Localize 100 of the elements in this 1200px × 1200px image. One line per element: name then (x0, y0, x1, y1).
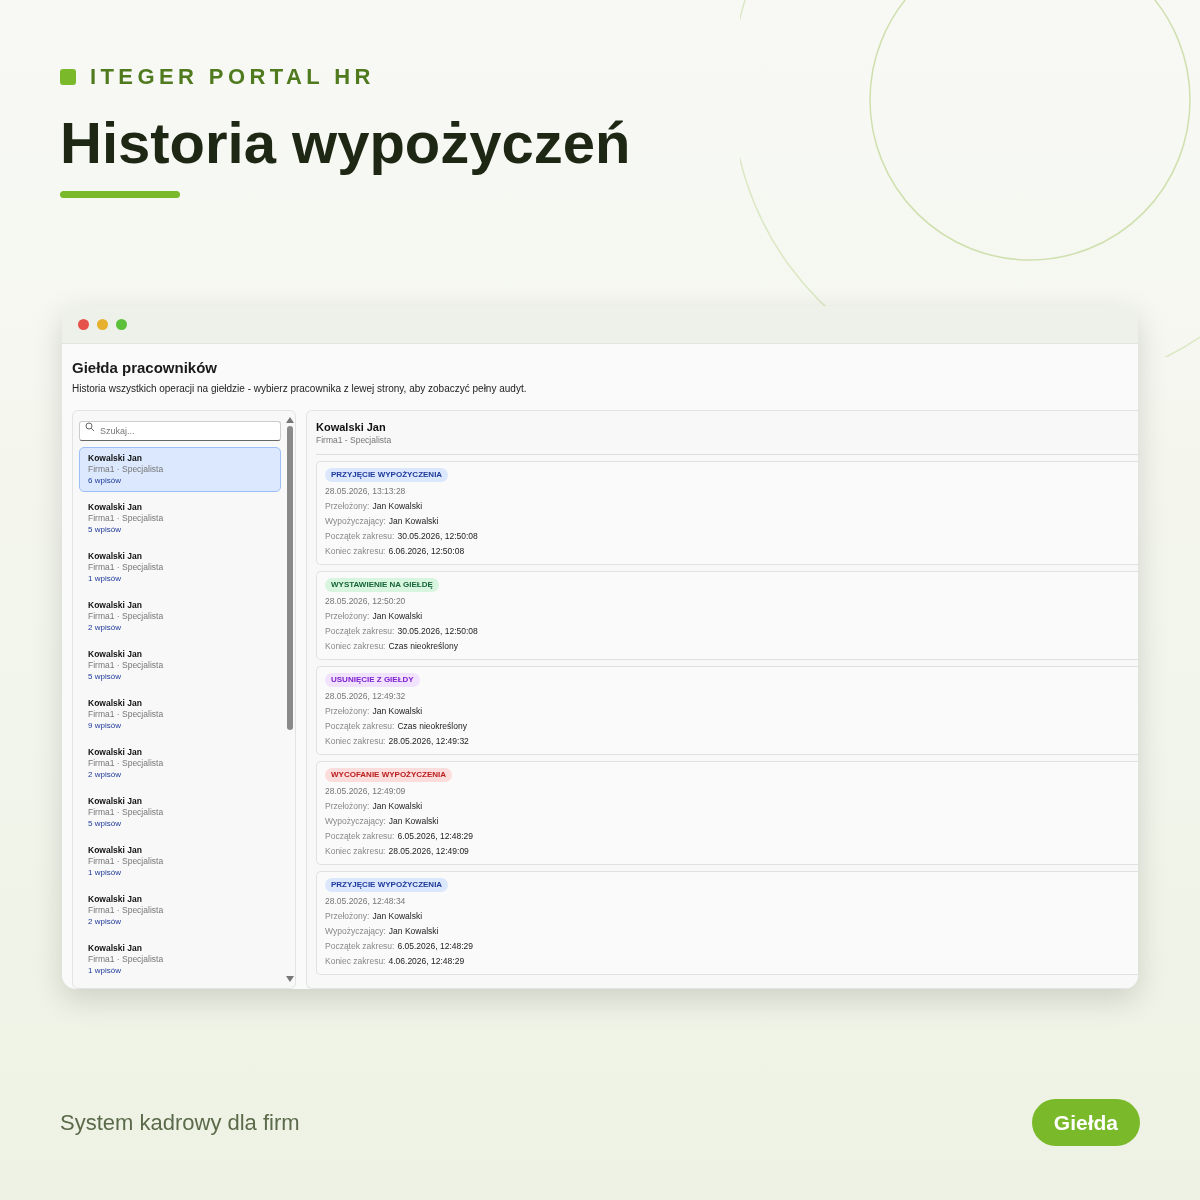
entry-timestamp: 28.05.2026, 13:13:28 (325, 484, 406, 498)
operation-badge: WYCOFANIE WYPOŻYCZENIA (325, 767, 453, 782)
field-value: Czas nieokreślony (388, 639, 458, 653)
field-value: 28.05.2026, 12:49:09 (388, 844, 469, 858)
employee-list-item[interactable]: Kowalski Jan Firma1 · Specjalista 5 wpisów (79, 642, 281, 688)
field-label: Koniec zakresu: (325, 734, 386, 748)
employee-meta: Firma1 · Specjalista (88, 806, 165, 818)
employee-meta: Firma1 · Specjalista (88, 610, 165, 622)
entry-timestamp: 28.05.2026, 12:49:09 (325, 784, 406, 798)
field-value: 4.06.2026, 12:48:29 (388, 954, 465, 968)
detail-name: Kowalski Jan (316, 419, 387, 434)
employee-name: Kowalski Jan (88, 844, 143, 856)
employee-name: Kowalski Jan (88, 942, 143, 954)
field-value: 28.05.2026, 12:49:32 (388, 734, 469, 748)
entry-count: 5 wpisów (88, 670, 122, 682)
entry-count: 5 wpisów (88, 523, 122, 535)
field-label: Koniec zakresu: (325, 954, 386, 968)
field-value: Jan Kowalski (388, 514, 439, 528)
brand-square-icon (60, 69, 76, 85)
entry-count: 1 wpisów (88, 866, 122, 878)
field-label: Początek zakresu: (325, 529, 395, 543)
app-title: Giełda pracowników (72, 357, 219, 378)
employee-list-item[interactable]: Kowalski Jan Firma1 · Specjalista 5 wpisów (79, 495, 281, 541)
employee-name: Kowalski Jan (88, 746, 143, 758)
employee-meta: Firma1 · Specjalista (88, 757, 165, 769)
app-description: Historia wszystkich operacji na giełdzie - wybierz pracownika z lewej strony, aby zobaczyć pełny audyt. (72, 381, 528, 396)
field-value: 6.05.2026, 12:48:29 (397, 939, 474, 953)
employee-name: Kowalski Jan (88, 599, 143, 611)
field-value: Jan Kowalski (388, 924, 439, 938)
entry-count: 1 wpisów (88, 572, 122, 584)
field-label: Początek zakresu: (325, 939, 395, 953)
entry-timestamp: 28.05.2026, 12:49:32 (325, 689, 406, 703)
employee-list-item[interactable]: Kowalski Jan Firma1 · Specjalista 5 wpisów (79, 789, 281, 835)
employee-list-item[interactable]: Kowalski Jan Firma1 · Specjalista 9 wpisów (79, 691, 281, 737)
employee-meta: Firma1 · Specjalista (88, 708, 165, 720)
page-headline: Historia wypożyczeń (60, 110, 631, 177)
employee-name: Kowalski Jan (88, 452, 143, 464)
employee-name: Kowalski Jan (88, 501, 143, 513)
field-label: Wypożyczający: (325, 924, 386, 938)
operation-badge: PRZYJĘCIE WYPOŻYCZENIA (325, 877, 449, 892)
entry-count: 2 wpisów (88, 915, 122, 927)
employee-name: Kowalski Jan (88, 550, 143, 562)
employee-name: Kowalski Jan (88, 893, 143, 905)
field-value: Jan Kowalski (372, 609, 423, 623)
field-value: Jan Kowalski (372, 704, 423, 718)
scroll-down-arrow-icon[interactable] (286, 975, 294, 982)
employee-list-item[interactable]: Kowalski Jan Firma1 · Specjalista 2 wpisów (79, 887, 281, 933)
tagline: System kadrowy dla firm (60, 1109, 300, 1137)
employee-meta: Firma1 · Specjalista (88, 463, 165, 475)
field-label: Przełożony: (325, 704, 370, 718)
operation-badge: WYSTAWIENIE NA GIEŁDĘ (325, 577, 439, 592)
entry-count: 5 wpisów (88, 817, 122, 829)
search-field[interactable]: Szukaj... (79, 420, 281, 441)
employee-list-item[interactable]: Kowalski Jan Firma1 · Specjalista 2 wpisów (79, 593, 281, 639)
entry-count: 6 wpisów (88, 474, 122, 486)
scroll-up-arrow-icon[interactable] (286, 416, 294, 423)
entry-count: 2 wpisów (88, 768, 122, 780)
field-value: Jan Kowalski (372, 799, 423, 813)
brand-name: ITEGER PORTAL HR (90, 66, 375, 88)
employee-list-item[interactable]: Kowalski Jan Firma1 · Specjalista 6 wpisów (79, 446, 281, 492)
field-label: Koniec zakresu: (325, 544, 386, 558)
field-label: Początek zakresu: (325, 719, 395, 733)
field-label: Koniec zakresu: (325, 844, 386, 858)
employee-meta: Firma1 · Specjalista (88, 953, 165, 965)
entry-timestamp: 28.05.2026, 12:50:20 (325, 594, 406, 608)
operation-badge: PRZYJĘCIE WYPOŻYCZENIA (325, 467, 449, 482)
employee-list-item[interactable]: Kowalski Jan Firma1 · Specjalista 1 wpisów (79, 838, 281, 884)
field-value: 30.05.2026, 12:50:08 (397, 624, 478, 638)
field-label: Przełożony: (325, 609, 370, 623)
field-label: Wypożyczający: (325, 814, 386, 828)
field-label: Wypożyczający: (325, 514, 386, 528)
entry-count: 9 wpisów (88, 719, 122, 731)
field-value: Jan Kowalski (372, 499, 423, 513)
operation-badge: USUNIĘCIE Z GIEŁDY (325, 672, 420, 687)
employee-meta: Firma1 · Specjalista (88, 512, 165, 524)
field-value: 6.05.2026, 12:48:29 (397, 829, 474, 843)
search-icon (85, 421, 95, 432)
entry-count: 1 wpisów (88, 964, 122, 976)
field-label: Przełożony: (325, 799, 370, 813)
field-label: Przełożony: (325, 909, 370, 923)
field-label: Początek zakresu: (325, 829, 395, 843)
field-label: Przełożony: (325, 499, 370, 513)
employee-list-item[interactable]: Kowalski Jan Firma1 · Specjalista 1 wpisów (79, 936, 281, 982)
employee-meta: Firma1 · Specjalista (88, 855, 165, 867)
employee-name: Kowalski Jan (88, 795, 143, 807)
detail-meta: Firma1 - Specjalista (316, 433, 393, 446)
entry-count: 2 wpisów (88, 621, 122, 633)
field-value: Czas nieokreślony (397, 719, 467, 733)
field-value: Jan Kowalski (388, 814, 439, 828)
field-label: Koniec zakresu: (325, 639, 386, 653)
scrollbar-thumb[interactable] (287, 425, 293, 730)
employee-meta: Firma1 · Specjalista (88, 904, 165, 916)
field-value: Jan Kowalski (372, 909, 423, 923)
employee-list-item[interactable]: Kowalski Jan Firma1 · Specjalista 2 wpisów (79, 740, 281, 786)
entry-timestamp: 28.05.2026, 12:48:34 (325, 894, 406, 908)
field-label: Początek zakresu: (325, 624, 395, 638)
employee-meta: Firma1 · Specjalista (88, 659, 165, 671)
employee-name: Kowalski Jan (88, 697, 143, 709)
field-value: 6.06.2026, 12:50:08 (388, 544, 465, 558)
employee-list-item[interactable]: Kowalski Jan Firma1 · Specjalista 1 wpisów (79, 544, 281, 590)
